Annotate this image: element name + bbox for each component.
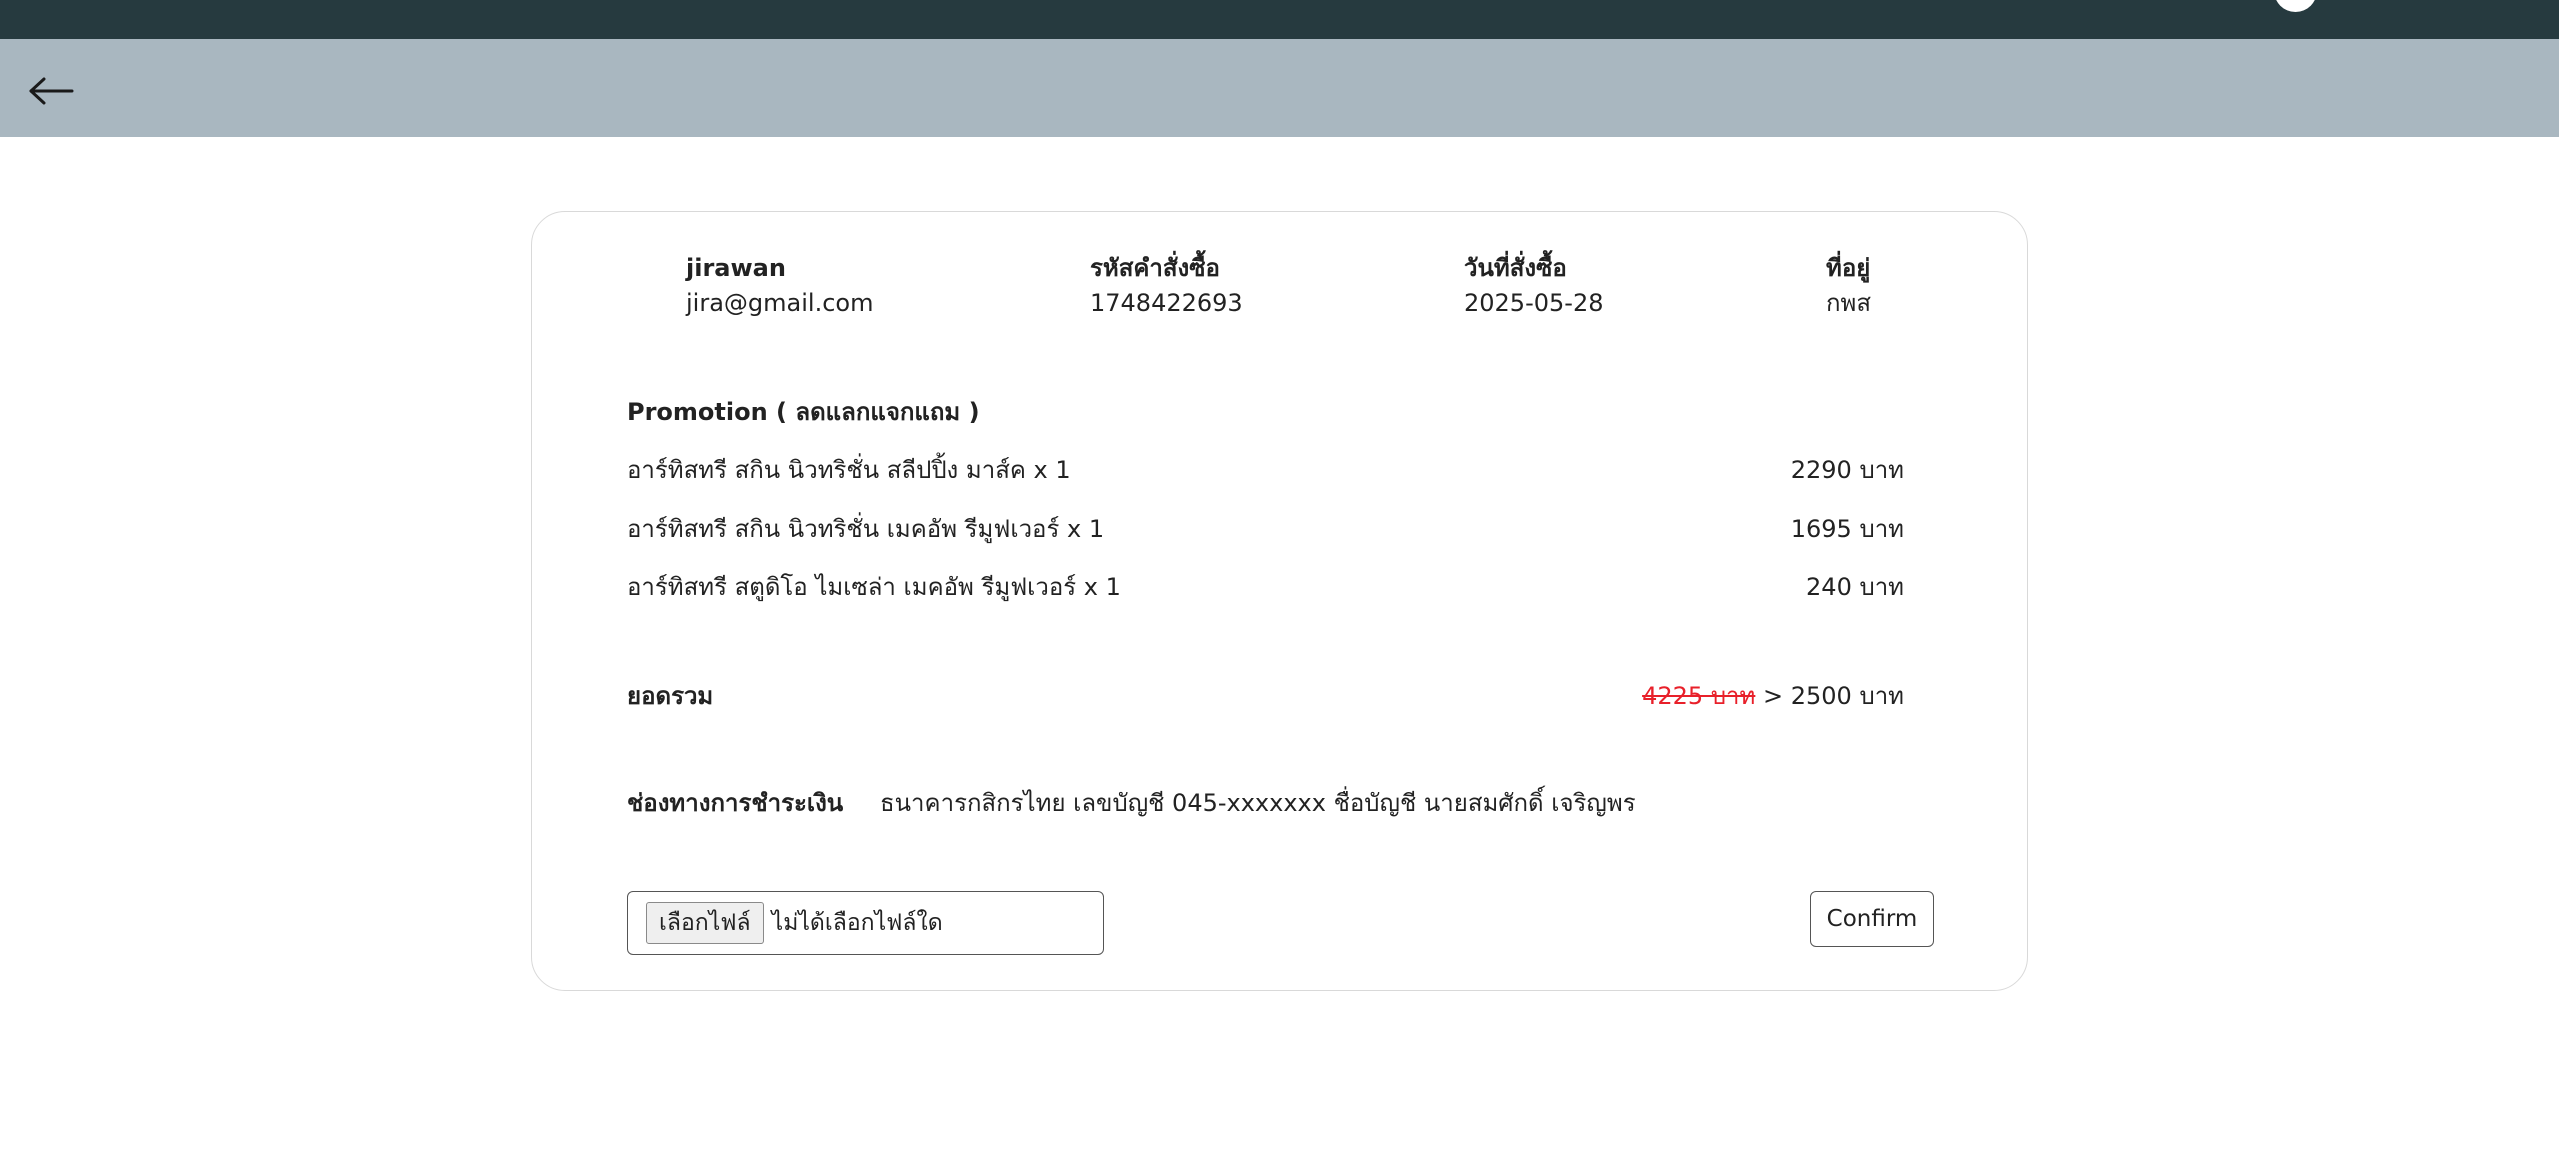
customer-name: jirawan [686,254,786,282]
order-date-value: 2025-05-28 [1464,289,1604,317]
promotion-item-price: 1695 บาท [1790,515,1904,543]
order-date-info: วันที่สั่งซื้อ 2025-05-28 [1464,251,1603,321]
final-price: 2500 บาท [1790,682,1904,710]
customer-info: jirawan jira@gmail.com [686,251,873,321]
back-button[interactable] [26,66,76,116]
order-id-value: 1748422693 [1090,289,1243,317]
customer-email: jira@gmail.com [686,289,874,317]
top-app-bar [0,0,2559,39]
promotion-item-name: อาร์ทิสทรี สกิน นิวทริชั่น สลีปปิ้ง มาส์… [627,456,1071,484]
price-separator: > [1763,682,1784,710]
original-price: 4225 บาท [1642,682,1756,710]
confirm-button[interactable]: Confirm [1810,891,1934,947]
file-status-text: ไม่ได้เลือกไฟล์ใด [771,910,943,936]
address-value: กพส [1826,289,1871,317]
total-amount: 4225 บาท > 2500 บาท [1500,679,1904,713]
total-label: ยอดรวม [627,682,714,710]
payment-detail: ธนาคารกสิกรไทย เลขบัญชี 045-xxxxxxx ชื่อ… [880,789,1636,817]
arrow-left-icon [29,77,74,105]
order-id-label: รหัสคำสั่งซื้อ [1090,254,1220,282]
order-date-label: วันที่สั่งซื้อ [1464,254,1567,282]
order-id-info: รหัสคำสั่งซื้อ 1748422693 [1090,251,1243,321]
user-avatar-icon[interactable] [2274,0,2317,12]
address-info: ที่อยู่ กพส [1826,251,1871,321]
promotion-item-price: 2290 บาท [1790,456,1904,484]
promotion-heading: Promotion ( ลดแลกแจกแถม ) [627,398,980,426]
navigation-bar [0,39,2559,137]
file-upload-input[interactable]: เลือกไฟล์ ไม่ได้เลือกไฟล์ใด [627,891,1104,955]
promotion-item-name: อาร์ทิสทรี สตูดิโอ ไมเซล่า เมคอัพ รีมูฟเ… [627,573,1121,601]
payment-label: ช่องทางการชำระเงิน [627,789,844,817]
address-label: ที่อยู่ [1826,254,1871,282]
promotion-item-price: 240 บาท [1806,573,1904,601]
choose-file-button[interactable]: เลือกไฟล์ [646,902,764,944]
promotion-item-name: อาร์ทิสทรี สกิน นิวทริชั่น เมคอัพ รีมูฟเ… [627,515,1105,543]
